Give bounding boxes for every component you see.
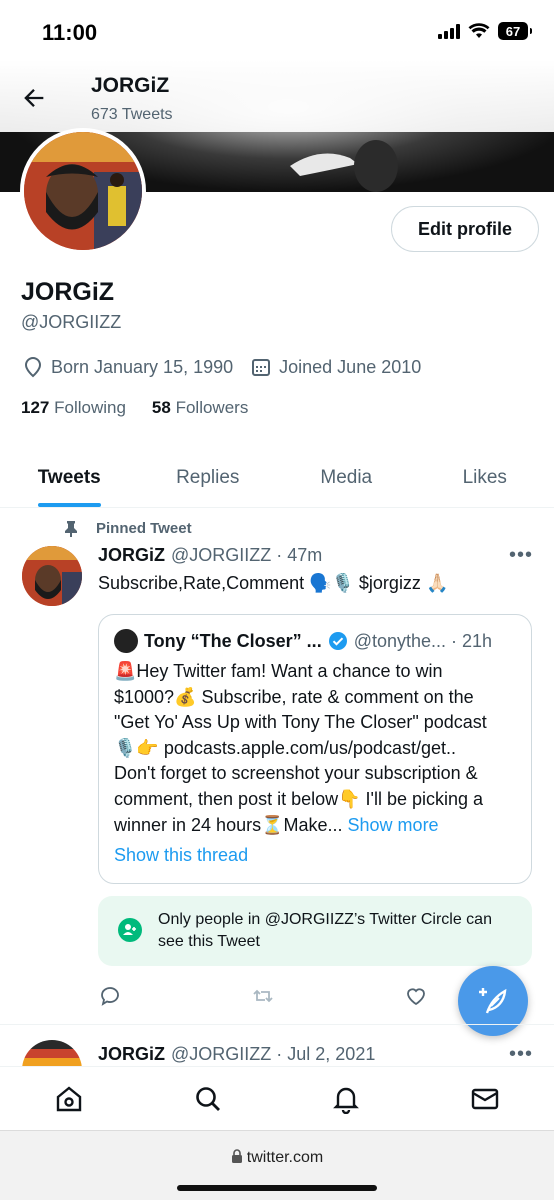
nav-messages[interactable] [468, 1082, 502, 1116]
status-time: 11:00 [42, 20, 98, 45]
profile-meta: Born January 15, 1990 Joined June 2010 [23, 356, 439, 378]
url-text: twitter.com [246, 1149, 324, 1166]
tweet-author-name[interactable]: JORGiZ [98, 1044, 165, 1065]
tweet-header: JORGiZ @JORGIIZZ · 47m [98, 545, 322, 566]
home-icon [57, 1085, 82, 1111]
wifi-icon [468, 23, 490, 38]
banner-image [290, 140, 398, 192]
home-indicator [177, 1185, 377, 1191]
bottom-nav [0, 1066, 554, 1130]
quote-text: 🚨Hey Twitter fam! Want a chance to win $… [114, 659, 524, 838]
more-options-icon[interactable]: ••• [509, 1043, 533, 1066]
follow-stats: 127 Following 58 Followers [21, 398, 248, 418]
join-date: Joined June 2010 [279, 356, 422, 377]
edit-profile-button[interactable]: Edit profile [391, 206, 539, 252]
show-thread-link[interactable]: Show this thread [114, 845, 248, 866]
like-icon[interactable] [404, 984, 428, 1008]
tweet-header: JORGiZ @JORGIIZZ · Jul 2, 2021 [98, 1044, 375, 1065]
followers-count: 58 [151, 398, 171, 417]
tweet-handle-time: @JORGIIZZ · Jul 2, 2021 [171, 1044, 376, 1064]
profile-handle: @JORGIIZZ [21, 312, 122, 332]
header-tweet-count: 673 Tweets [91, 106, 173, 123]
retweet-icon[interactable] [251, 984, 275, 1008]
tab-replies[interactable]: Replies [139, 448, 278, 507]
tweet-author-name[interactable]: JORGiZ [98, 545, 165, 566]
browser-bar: twitter.com [0, 1130, 554, 1200]
quote-author-name: Tony “The Closer” ... [144, 630, 322, 651]
calendar-icon [252, 359, 271, 376]
pinned-indicator: Pinned Tweet [64, 520, 192, 537]
profile-avatar[interactable] [20, 128, 146, 254]
pinned-label: Pinned Tweet [96, 520, 192, 537]
nav-home[interactable] [52, 1082, 86, 1116]
following-link[interactable]: 127 Following [21, 398, 126, 418]
profile-name: JORGiZ [21, 278, 115, 306]
nav-notifications[interactable] [329, 1082, 363, 1116]
tweet-text: Subscribe,Rate,Comment 🗣️🎙️ $jorgizz 🙏🏻 [98, 573, 449, 593]
quote-handle-time: @tonythe... · 21h [353, 630, 493, 651]
profile-tabs: Tweets Replies Media Likes [0, 448, 554, 508]
location-icon [24, 356, 42, 378]
status-icons: 67 [438, 22, 532, 40]
bell-icon [333, 1087, 360, 1114]
battery-indicator: 67 [498, 22, 532, 40]
show-more-link[interactable]: Show more [348, 815, 439, 835]
search-icon [195, 1086, 220, 1111]
verified-badge-icon [328, 632, 347, 650]
tweet-actions [98, 984, 428, 1008]
signal-icon [438, 23, 460, 39]
quote-line: 🎙️👉 podcasts.apple.com/us/podcast/get.. [114, 737, 456, 758]
quote-avatar [114, 629, 138, 653]
tweet-divider [0, 1024, 554, 1025]
quote-line-last: winner in 24 hours⏳Make... Show more [114, 813, 524, 839]
circle-notice-text: Only people in @JORGIIZZ’s Twitter Circl… [158, 911, 492, 950]
following-count: 127 [21, 398, 50, 417]
more-options-icon[interactable]: ••• [509, 544, 533, 567]
quoted-tweet[interactable]: Tony “The Closer” ... @tonythe... · 21h … [98, 614, 532, 884]
compose-icon [479, 988, 507, 1014]
nav-search[interactable] [191, 1082, 225, 1116]
quote-line: Don't forget to screenshot your subscrip… [114, 763, 478, 784]
followers-label: Followers [175, 398, 249, 417]
quote-line-text: winner in 24 hours⏳Make... [114, 814, 343, 835]
quote-line: $1000?💰 Subscribe, rate & comment on the [114, 686, 474, 707]
quote-line: "Get Yo' Ass Up with Tony The Closer" po… [114, 712, 487, 733]
compose-tweet-button[interactable] [458, 966, 528, 1036]
birth-date: Born January 15, 1990 [51, 356, 234, 377]
tab-likes[interactable]: Likes [416, 448, 554, 507]
tab-tweets[interactable]: Tweets [0, 448, 139, 507]
tab-media[interactable]: Media [277, 448, 416, 507]
tweet-avatar[interactable] [22, 546, 82, 606]
back-arrow-icon[interactable] [20, 84, 48, 112]
url-bar[interactable]: twitter.com [0, 1149, 554, 1167]
header-name: JORGiZ [91, 74, 170, 97]
pin-icon [65, 520, 77, 537]
circle-notice: Only people in @JORGIIZZ’s Twitter Circl… [98, 896, 532, 966]
reply-icon[interactable] [98, 984, 122, 1008]
lock-icon [231, 1149, 242, 1163]
quote-line: comment, then post it below👇 I'll be pic… [114, 788, 484, 809]
mail-icon [471, 1088, 498, 1109]
following-label: Following [54, 398, 126, 417]
circle-people-icon [118, 918, 142, 942]
quote-line: 🚨Hey Twitter fam! Want a chance to win [114, 661, 443, 681]
tweet-handle-time: @JORGIIZZ · 47m [171, 545, 323, 565]
followers-link[interactable]: 58 Followers [152, 398, 248, 418]
quote-header: Tony “The Closer” ... @tonythe... · 21h [114, 629, 492, 653]
